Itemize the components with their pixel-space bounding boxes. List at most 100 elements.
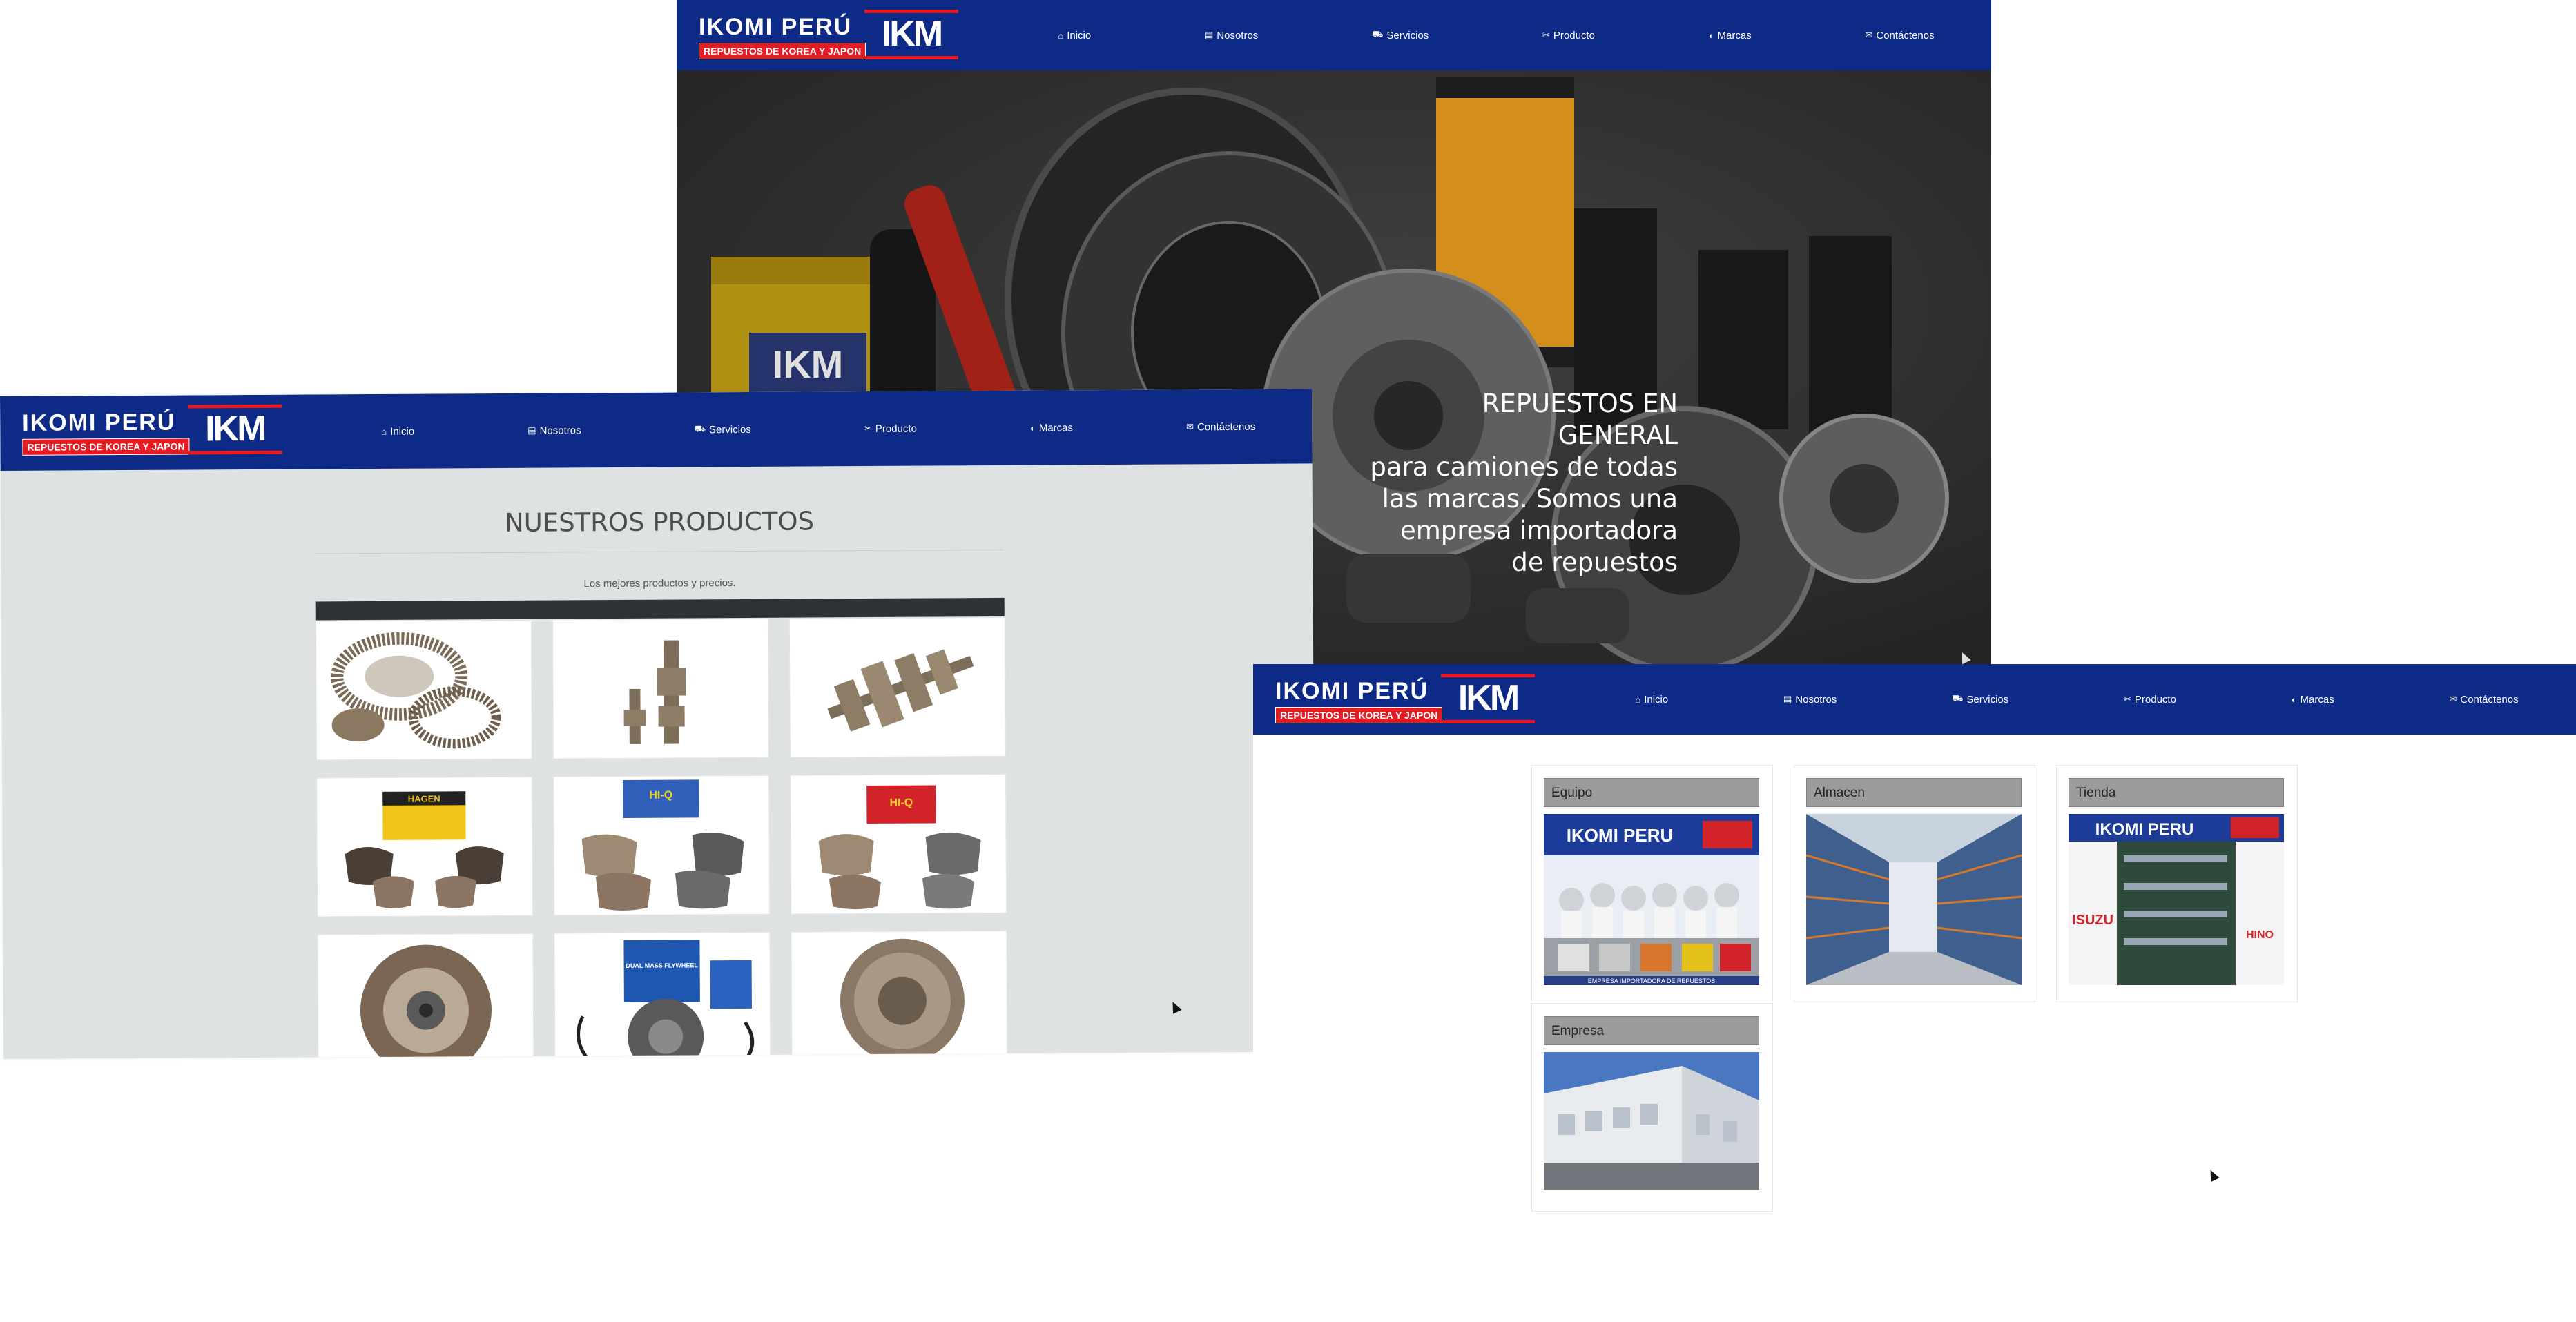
navbar: IKOMI PERÚ REPUESTOS DE KOREA Y JAPON IK… bbox=[677, 0, 1991, 70]
product-card[interactable] bbox=[552, 618, 769, 759]
product-card[interactable]: HAGEN bbox=[316, 776, 534, 917]
nav-servicios[interactable]: ⛟ Servicios bbox=[1952, 693, 2008, 706]
product-box-label: HI-Q bbox=[649, 790, 672, 801]
car-icon: ⛟ bbox=[694, 423, 706, 434]
nav-label: Inicio bbox=[390, 425, 415, 438]
gallery-label: Tienda bbox=[2069, 778, 2284, 807]
brand-name: IKOMI PERÚ bbox=[1275, 678, 1429, 704]
nav-label: Nosotros bbox=[1217, 29, 1259, 41]
pressure-plate-icon bbox=[840, 938, 965, 1059]
nav-inicio[interactable]: ⌂ Inicio bbox=[1058, 30, 1091, 41]
products-header-band bbox=[315, 597, 1005, 621]
store-sign: IKOMI PERU bbox=[1567, 825, 1674, 846]
navbar: IKOMI PERÚ REPUESTOS DE KOREA Y JAPON IK… bbox=[0, 389, 1313, 471]
nav-servicios[interactable]: ⛟ Servicios bbox=[1372, 29, 1429, 41]
navbar: IKOMI PERÚ REPUESTOS DE KOREA Y JAPON IK… bbox=[1253, 664, 2576, 735]
nav-inicio[interactable]: ⌂ Inicio bbox=[381, 425, 414, 437]
brand-logo[interactable]: IKOMI PERÚ REPUESTOS DE KOREA Y JAPON IK… bbox=[22, 404, 284, 457]
ring-gear-icon bbox=[331, 632, 501, 749]
nav-label: Producto bbox=[1553, 29, 1595, 41]
product-box-label: HAGEN bbox=[408, 793, 440, 804]
product-card[interactable]: HI-Q bbox=[553, 775, 771, 916]
brand-tagline: REPUESTOS DE KOREA Y JAPON bbox=[1275, 707, 1443, 723]
store-brand-isuzu: ISUZU bbox=[2072, 913, 2113, 928]
nav-menu: ⌂ Inicio ▤ Nosotros ⛟ Servicios ✂ Producto ◐… bbox=[325, 389, 1313, 469]
gear-set-icon bbox=[827, 649, 974, 732]
building-icon: ▤ bbox=[1204, 30, 1214, 40]
product-card[interactable] bbox=[791, 930, 1008, 1059]
products-screenshot: IKOMI PERÚ REPUESTOS DE KOREA Y JAPON IK… bbox=[0, 389, 1316, 1059]
nav-producto[interactable]: ✂ Producto bbox=[864, 422, 917, 434]
gallery-image-tienda: IKOMI PERU ISUZU HINO bbox=[2069, 814, 2284, 985]
gallery-label: Almacen bbox=[1806, 778, 2022, 807]
nav-label: Marcas bbox=[2300, 693, 2334, 706]
product-box-label: DUAL MASS FLYWHEEL bbox=[626, 962, 698, 969]
brand-tagline: REPUESTOS DE KOREA Y JAPON bbox=[699, 43, 866, 59]
product-card[interactable] bbox=[788, 616, 1006, 758]
nav-marcas[interactable]: ◐ Marcas bbox=[1030, 422, 1073, 434]
mouse-cursor-icon bbox=[2206, 1167, 2220, 1183]
gallery-card-equipo[interactable]: Equipo IKOMI PERU EMPRESA IMPORTADORA DE… bbox=[1531, 765, 1773, 1002]
gallery-card-empresa[interactable]: Empresa bbox=[1531, 1003, 1773, 1212]
brand-name: IKOMI PERÚ bbox=[22, 409, 176, 436]
nav-label: Inicio bbox=[1644, 693, 1669, 706]
nav-producto[interactable]: ✂ Producto bbox=[2124, 694, 2176, 706]
nav-label: Servicios bbox=[1386, 29, 1429, 41]
nav-label: Nosotros bbox=[1795, 693, 1837, 706]
gallery-card-tienda[interactable]: Tienda IKOMI PERU ISUZU HINO bbox=[2056, 765, 2298, 1002]
nav-producto[interactable]: ✂ Producto bbox=[1542, 30, 1595, 41]
brand-mark-text: IKM bbox=[204, 408, 265, 449]
shaft-icon bbox=[623, 640, 686, 744]
nav-marcas[interactable]: ◐ Marcas bbox=[2292, 694, 2334, 706]
nav-label: Contáctenos bbox=[1197, 420, 1256, 433]
product-card[interactable] bbox=[315, 619, 532, 761]
nav-label: Nosotros bbox=[539, 424, 581, 437]
nav-contactenos[interactable]: ✉ Contáctenos bbox=[1865, 30, 1934, 41]
nav-menu: ⌂ Inicio ▤ Nosotros ⛟ Servicios ✂ Producto ◐… bbox=[1001, 0, 1991, 70]
clutch-disc-icon bbox=[360, 944, 492, 1059]
hero-heading: REPUESTOS EN GENERAL para camiones de to… bbox=[1367, 388, 1678, 579]
home-icon: ⌂ bbox=[381, 426, 387, 437]
shield-icon: ◐ bbox=[1708, 30, 1714, 41]
brake-pads-icon: HI-Q bbox=[818, 785, 981, 910]
nav-contactenos[interactable]: ✉ Contáctenos bbox=[1186, 420, 1255, 433]
nav-contactenos[interactable]: ✉ Contáctenos bbox=[2449, 694, 2518, 706]
brand-logo[interactable]: IKOMI PERÚ REPUESTOS DE KOREA Y JAPON IK… bbox=[699, 10, 961, 61]
envelope-icon: ✉ bbox=[1865, 30, 1873, 40]
nav-servicios[interactable]: ⛟ Servicios bbox=[695, 423, 751, 436]
shield-icon: ◐ bbox=[2291, 694, 2297, 705]
nav-nosotros[interactable]: ▤ Nosotros bbox=[1205, 30, 1258, 41]
product-card[interactable]: HI-Q bbox=[790, 773, 1007, 915]
gallery-card-almacen[interactable]: Almacen bbox=[1794, 765, 2035, 1002]
clutch-kit-icon: DUAL MASS FLYWHEEL bbox=[577, 940, 755, 1059]
tools-icon: ✂ bbox=[2124, 694, 2131, 704]
nav-label: Contáctenos bbox=[2460, 693, 2519, 706]
brand-mark: IKM bbox=[1441, 674, 1535, 723]
product-card[interactable] bbox=[317, 933, 534, 1059]
brand-logo[interactable]: IKOMI PERÚ REPUESTOS DE KOREA Y JAPON IK… bbox=[1275, 674, 1538, 725]
nav-label: Inicio bbox=[1067, 29, 1092, 41]
nav-label: Marcas bbox=[1717, 29, 1752, 41]
shield-icon: ◐ bbox=[1029, 422, 1036, 434]
product-box-label: HI-Q bbox=[889, 797, 913, 809]
products-subtitle: Los mejores productos y precios. bbox=[583, 577, 736, 590]
brake-pads-icon: HAGEN bbox=[345, 791, 504, 908]
brand-name: IKOMI PERÚ bbox=[699, 14, 853, 40]
gallery-image-empresa bbox=[1544, 1052, 1759, 1190]
brake-pads-icon: HI-Q bbox=[581, 779, 744, 911]
equipo-caption: EMPRESA IMPORTADORA DE REPUESTOS bbox=[1588, 978, 1716, 984]
nav-inicio[interactable]: ⌂ Inicio bbox=[1635, 694, 1668, 706]
gallery-label: Empresa bbox=[1544, 1016, 1759, 1045]
product-card[interactable]: DUAL MASS FLYWHEEL bbox=[554, 931, 771, 1059]
nav-marcas[interactable]: ◐ Marcas bbox=[1709, 30, 1752, 41]
envelope-icon: ✉ bbox=[2449, 694, 2457, 704]
hero-line1: REPUESTOS EN GENERAL bbox=[1482, 389, 1678, 450]
tools-icon: ✂ bbox=[1542, 30, 1550, 40]
nav-label: Producto bbox=[2134, 693, 2176, 706]
nav-nosotros[interactable]: ▤ Nosotros bbox=[527, 425, 581, 436]
nav-nosotros[interactable]: ▤ Nosotros bbox=[1783, 694, 1837, 706]
products-title: NUESTROS PRODUCTOS bbox=[504, 506, 815, 538]
building-icon: ▤ bbox=[527, 425, 536, 436]
tools-icon: ✂ bbox=[864, 422, 872, 434]
brand-mark: IKM bbox=[864, 10, 958, 59]
